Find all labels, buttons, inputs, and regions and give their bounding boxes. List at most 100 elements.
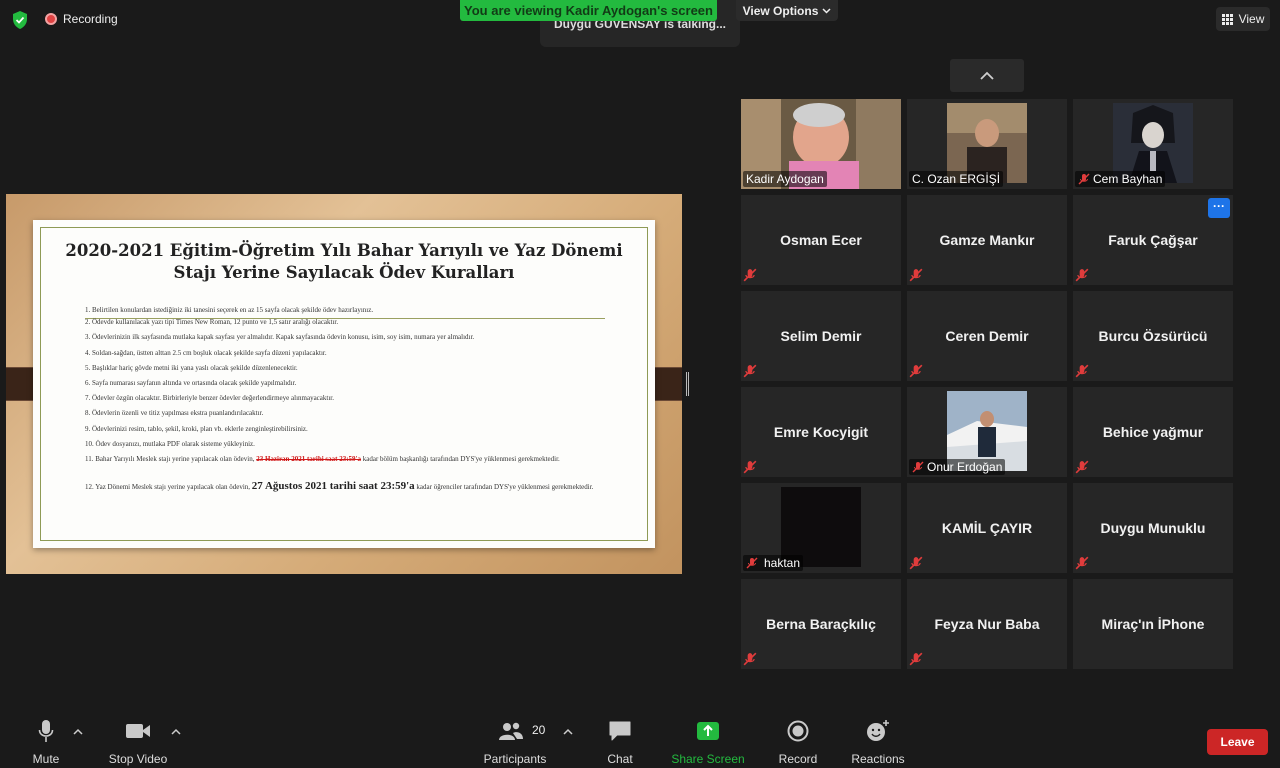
- participant-name: Feyza Nur Baba: [934, 616, 1040, 632]
- shared-document: 2020-2021 Eğitim-Öğretim Yılı Bahar Yarı…: [33, 220, 655, 548]
- view-options-label: View Options: [742, 3, 819, 18]
- participant-name: Gamze Mankır: [939, 232, 1035, 248]
- leave-button[interactable]: Leave: [1207, 729, 1268, 755]
- participant-tile[interactable]: Burcu Özsürücü: [1073, 291, 1233, 381]
- muted-mic-icon: [1075, 556, 1089, 570]
- video-options-caret-icon[interactable]: [171, 728, 181, 736]
- participant-tile[interactable]: Behice yağmur: [1073, 387, 1233, 477]
- participant-name-label: C. Ozan ERGİŞİ: [909, 171, 1004, 187]
- participant-tile[interactable]: Duygu Munuklu: [1073, 483, 1233, 573]
- participant-tile[interactable]: haktan: [741, 483, 901, 573]
- chat-button[interactable]: Chat: [600, 718, 640, 766]
- participant-name: Selim Demir: [780, 328, 862, 344]
- participant-name-label: Cem Bayhan: [1075, 171, 1166, 187]
- participant-tile[interactable]: Feyza Nur Baba: [907, 579, 1067, 669]
- participant-name: Emre Kocyigit: [773, 424, 869, 440]
- participant-name: Duygu Munuklu: [1100, 520, 1206, 536]
- gallery-scroll-up-button[interactable]: [950, 59, 1024, 92]
- participant-name: KAMİL ÇAYIR: [941, 520, 1033, 536]
- view-options-button[interactable]: View Options: [736, 0, 838, 21]
- participant-tile[interactable]: Selim Demir: [741, 291, 901, 381]
- reactions-smiley-icon: [867, 720, 889, 741]
- participant-tile[interactable]: Miraç'ın İPhone: [1073, 579, 1233, 669]
- mute-label: Mute: [32, 752, 60, 766]
- share-screen-icon: [697, 722, 719, 740]
- muted-mic-icon: [909, 652, 923, 666]
- participants-options-caret-icon[interactable]: [563, 728, 573, 736]
- muted-mic-icon: [746, 557, 758, 569]
- muted-mic-icon: [909, 268, 923, 282]
- participant-tile[interactable]: Cem Bayhan: [1073, 99, 1233, 189]
- participant-name-label: Kadir Aydogan: [743, 171, 827, 187]
- rule-item-11: 11. Bahar Yarıyılı Meslek stajı yerine y…: [85, 454, 560, 463]
- viewing-screen-banner: You are viewing Kadir Aydogan's screen: [460, 0, 717, 21]
- muted-mic-icon: [912, 461, 924, 473]
- participant-name: Ceren Demir: [945, 328, 1029, 344]
- rule-item: 5. Başlıklar hariç gövde metni iki yana …: [85, 363, 298, 372]
- recording-indicator[interactable]: Recording: [45, 12, 118, 26]
- muted-mic-icon: [743, 268, 757, 282]
- rule-item: 8. Ödevlerin özenli ve titiz yapılması e…: [85, 409, 264, 418]
- video-camera-icon: [126, 724, 150, 738]
- muted-mic-icon: [1075, 364, 1089, 378]
- rule-item: 3. Ödevlerinizin ilk sayfasında mutlaka …: [85, 333, 475, 342]
- muted-mic-icon: [1075, 460, 1089, 474]
- participant-name: Osman Ecer: [780, 232, 862, 248]
- rule-item: 9. Ödevlerinizi resim, tablo, şekil, kro…: [85, 424, 308, 433]
- stop-video-button[interactable]: Stop Video: [106, 718, 170, 766]
- strikethrough-deadline: 23 Haziran 2021 tarihi saat 23:59'a: [256, 454, 362, 463]
- rules-list: 1. Belirtilen konulardan istediğiniz iki…: [85, 306, 623, 492]
- reactions-button[interactable]: Reactions: [851, 718, 905, 766]
- participant-name: Miraç'ın İPhone: [1101, 616, 1205, 632]
- participant-tile[interactable]: Emre Kocyigit: [741, 387, 901, 477]
- shared-screen[interactable]: 2020-2021 Eğitim-Öğretim Yılı Bahar Yarı…: [6, 194, 682, 574]
- microphone-icon: [38, 720, 54, 742]
- participant-name-label: haktan: [743, 555, 804, 571]
- panel-splitter-handle[interactable]: [686, 372, 689, 396]
- chevron-up-icon: [980, 71, 994, 80]
- rule-item: 6. Sayfa numarası sayfanın altında ve or…: [85, 378, 297, 387]
- muted-mic-icon: [909, 364, 923, 378]
- record-icon: [787, 720, 809, 742]
- chat-label: Chat: [607, 752, 633, 766]
- share-screen-label: Share Screen: [671, 752, 745, 766]
- participant-name: Behice yağmur: [1102, 424, 1204, 440]
- muted-mic-icon: [743, 652, 757, 666]
- mute-options-caret-icon[interactable]: [73, 728, 83, 736]
- muted-mic-icon: [1075, 268, 1089, 282]
- view-label: View: [1238, 12, 1265, 26]
- participants-label: Participants: [483, 752, 547, 766]
- security-shield-icon[interactable]: [10, 10, 30, 30]
- more-options-button[interactable]: ···: [1208, 198, 1230, 218]
- record-label: Record: [778, 752, 818, 766]
- mute-button[interactable]: Mute: [26, 718, 66, 766]
- participant-tile[interactable]: Osman Ecer: [741, 195, 901, 285]
- muted-mic-icon: [743, 460, 757, 474]
- participant-tile[interactable]: Gamze Mankır: [907, 195, 1067, 285]
- participant-tile[interactable]: Onur Erdoğan: [907, 387, 1067, 477]
- participant-tile[interactable]: Kadir Aydogan: [741, 99, 901, 189]
- muted-mic-icon: [743, 364, 757, 378]
- participant-tile[interactable]: C. Ozan ERGİŞİ: [907, 99, 1067, 189]
- participant-tile[interactable]: Faruk Çağşar ···: [1073, 195, 1233, 285]
- participant-tile[interactable]: Ceren Demir: [907, 291, 1067, 381]
- rule-item-12: 12. Yaz Dönemi Meslek stajı yerine yapıl…: [85, 479, 594, 492]
- muted-mic-icon: [909, 556, 923, 570]
- recording-dot-icon: [45, 13, 57, 25]
- stop-video-label: Stop Video: [108, 752, 168, 766]
- chevron-down-icon: [822, 7, 831, 14]
- view-button[interactable]: View: [1216, 7, 1270, 31]
- muted-mic-icon: [1078, 173, 1090, 185]
- share-screen-button[interactable]: Share Screen: [671, 718, 745, 766]
- recording-label: Recording: [63, 12, 118, 26]
- record-button[interactable]: Record: [777, 718, 819, 766]
- participants-icon: [499, 722, 523, 740]
- rule-item: 7. Ödevler özgün olacaktır. Birbirleriyl…: [85, 394, 334, 403]
- participant-tile[interactable]: Berna Baraçkılıç: [741, 579, 901, 669]
- participant-tile[interactable]: KAMİL ÇAYIR: [907, 483, 1067, 573]
- participant-name-label: Onur Erdoğan: [909, 459, 1006, 475]
- chat-bubble-icon: [609, 721, 631, 741]
- rule-item: 2. Ödevde kullanılacak yazı tipi Times N…: [85, 318, 339, 327]
- participant-name: Berna Baraçkılıç: [766, 616, 876, 632]
- grid-icon: [1221, 13, 1233, 25]
